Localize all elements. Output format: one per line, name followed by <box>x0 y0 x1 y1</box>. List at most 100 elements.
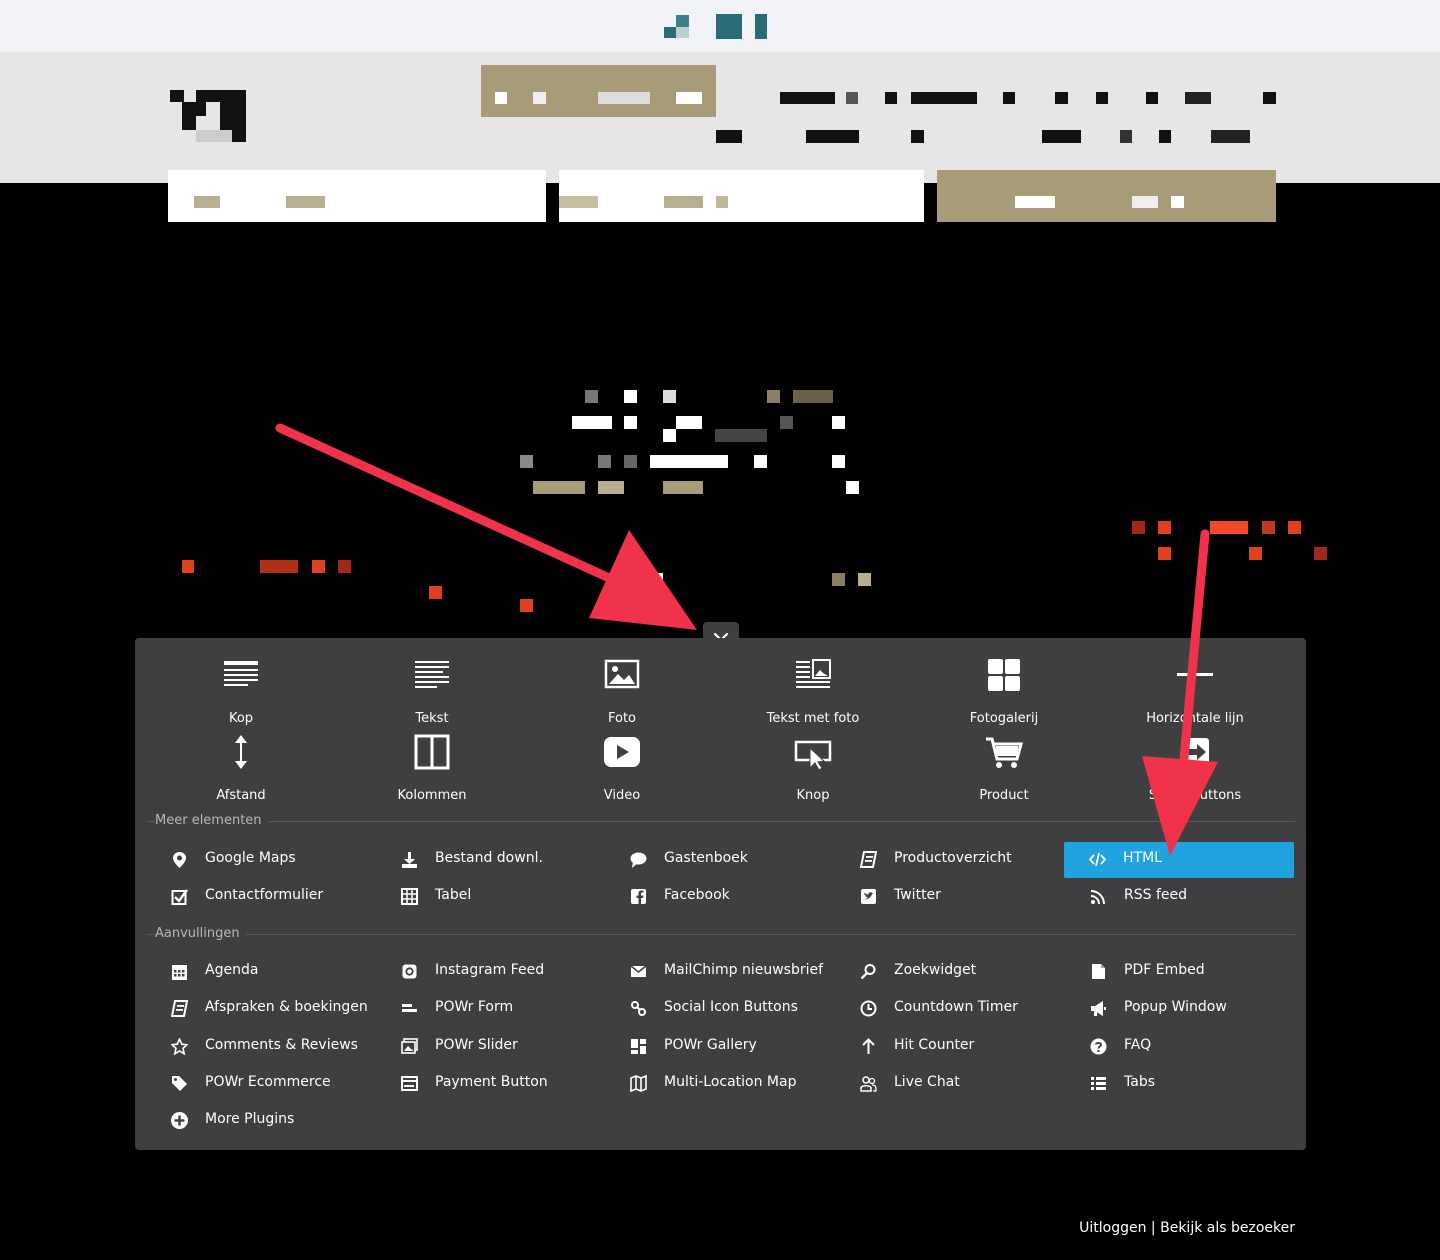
menu-item-gastenboek[interactable]: Gastenboek <box>605 842 833 877</box>
pixel-fragment <box>260 560 298 573</box>
menu-item-live-chat[interactable]: Live Chat <box>835 1066 1063 1101</box>
section-divider <box>147 934 1295 935</box>
menu-item-contactformulier[interactable]: Contactformulier <box>146 879 374 914</box>
menu-item-label: Twitter <box>894 887 941 903</box>
nav-text <box>1055 92 1068 104</box>
menu-item-label: FAQ <box>1124 1036 1152 1053</box>
grid-gallery-icon <box>630 1038 647 1055</box>
menu-item-powr-ecommerce[interactable]: POWr Ecommerce <box>146 1066 374 1101</box>
tag-icon <box>171 1075 188 1092</box>
element-tile-horizontale-lijn[interactable]: Horizontale lijn <box>1100 657 1290 727</box>
menu-item-agenda[interactable]: Agenda <box>146 954 374 989</box>
nav-text <box>1003 92 1015 104</box>
nav-text <box>846 92 858 104</box>
element-tile-label: Social buttons <box>1148 788 1242 803</box>
element-tile-label: Kop <box>228 711 254 726</box>
menu-item-tabs[interactable]: Tabs <box>1065 1066 1293 1101</box>
menu-item-popup-window[interactable]: Popup Window <box>1065 991 1293 1026</box>
element-tile-label: Product <box>979 788 1029 803</box>
menu-item-rss-feed[interactable]: RSS feed <box>1065 879 1293 914</box>
nav-text <box>1185 92 1211 104</box>
nav-text <box>911 92 977 104</box>
logout-link[interactable]: Uitloggen <box>1079 1220 1146 1236</box>
menu-item-powr-gallery[interactable]: POWr Gallery <box>605 1029 833 1064</box>
menu-item-mailchimp-nieuwsbrief[interactable]: MailChimp nieuwsbrief <box>605 954 833 989</box>
element-tile-video[interactable]: Video <box>527 734 717 804</box>
button-icon <box>718 734 908 770</box>
pixel-fragment <box>858 573 871 586</box>
menu-item-google-maps[interactable]: Google Maps <box>146 842 374 877</box>
pixel-fragment <box>1262 521 1275 534</box>
menu-item-bestand-downl[interactable]: Bestand downl. <box>376 842 604 877</box>
megaphone-icon <box>1090 1000 1107 1017</box>
menu-item-label: Zoekwidget <box>894 962 977 978</box>
list-icon <box>1090 1075 1107 1092</box>
code-icon <box>1088 851 1107 868</box>
nav-text <box>806 130 859 143</box>
menu-item-html[interactable]: HTML <box>1064 842 1294 878</box>
menu-item-multi-location-map[interactable]: Multi-Location Map <box>605 1066 833 1101</box>
pixel-fragment <box>1132 521 1145 534</box>
element-tile-tekst[interactable]: Tekst <box>337 657 527 727</box>
menu-item-label: HTML <box>1123 850 1162 866</box>
chat-users-icon <box>860 1075 877 1092</box>
spacing-icon <box>146 734 336 770</box>
element-tile-foto[interactable]: Foto <box>527 657 717 727</box>
pixel-fragment <box>1288 521 1301 534</box>
menu-item-comments-and-reviews[interactable]: Comments & Reviews <box>146 1029 374 1064</box>
horizontal-line-icon <box>1100 657 1290 693</box>
checkbox-icon <box>171 888 189 905</box>
top-bar <box>0 0 1440 52</box>
menu-item-label: Tabel <box>435 887 472 903</box>
menu-item-powr-form[interactable]: POWr Form <box>376 991 604 1026</box>
menu-item-facebook[interactable]: Facebook <box>605 879 833 914</box>
pixel-fragment <box>338 560 351 573</box>
element-tile-kolommen[interactable]: Kolommen <box>337 734 527 804</box>
menu-item-label: PDF Embed <box>1124 962 1205 978</box>
element-tile-tekst-met-foto[interactable]: Tekst met foto <box>718 657 908 727</box>
site-header <box>0 52 1440 183</box>
nav-text <box>1042 130 1081 143</box>
pixel-fragment <box>520 599 533 612</box>
menu-item-zoekwidget[interactable]: Zoekwidget <box>835 954 1063 989</box>
menu-item-countdown-timer[interactable]: Countdown Timer <box>835 991 1063 1026</box>
pdf-icon <box>1090 963 1107 980</box>
nav-text <box>1096 92 1108 104</box>
facebook-icon <box>630 888 647 905</box>
envelope-icon <box>630 963 647 980</box>
menu-item-label: Payment Button <box>435 1073 548 1090</box>
section-label-more: Meer elementen <box>155 813 268 828</box>
calendar-icon <box>171 963 188 980</box>
element-tile-kop[interactable]: Kop <box>146 657 336 727</box>
nav-text <box>716 130 742 143</box>
element-tile-label: Video <box>603 788 641 803</box>
menu-item-label: Afspraken & boekingen <box>205 999 368 1016</box>
menu-item-productoverzicht[interactable]: Productoverzicht <box>835 842 1063 877</box>
speech-bubble-icon <box>630 851 647 868</box>
menu-item-afspraken-and-boekingen[interactable]: Afspraken & boekingen <box>146 991 374 1026</box>
pixel-fragment <box>1158 521 1171 534</box>
element-tile-afstand[interactable]: Afstand <box>146 734 336 804</box>
menu-item-faq[interactable]: FAQ <box>1065 1029 1293 1064</box>
element-tile-social-buttons[interactable]: Social buttons <box>1100 734 1290 804</box>
element-tile-knop[interactable]: Knop <box>718 734 908 804</box>
nav-text <box>1159 130 1171 143</box>
element-tile-fotogalerij[interactable]: Fotogalerij <box>909 657 1099 727</box>
menu-item-label: POWr Gallery <box>664 1036 757 1053</box>
menu-item-more-plugins[interactable]: More Plugins <box>146 1103 374 1138</box>
video-icon <box>527 734 717 770</box>
menu-item-tabel[interactable]: Tabel <box>376 879 604 914</box>
menu-item-label: POWr Ecommerce <box>205 1073 331 1090</box>
menu-item-label: POWr Form <box>435 999 514 1016</box>
menu-item-pdf-embed[interactable]: PDF Embed <box>1065 954 1293 989</box>
menu-item-powr-slider[interactable]: POWr Slider <box>376 1029 604 1064</box>
menu-item-hit-counter[interactable]: Hit Counter <box>835 1029 1063 1064</box>
menu-item-social-icon-buttons[interactable]: Social Icon Buttons <box>605 991 833 1026</box>
menu-item-label: Contactformulier <box>205 887 324 903</box>
menu-item-twitter[interactable]: Twitter <box>835 879 1063 914</box>
element-tile-product[interactable]: Product <box>909 734 1099 804</box>
view-as-visitor-link[interactable]: Bekijk als bezoeker <box>1160 1220 1295 1236</box>
table-icon <box>401 888 418 905</box>
menu-item-instagram-feed[interactable]: Instagram Feed <box>376 954 604 989</box>
menu-item-payment-button[interactable]: Payment Button <box>376 1066 604 1101</box>
